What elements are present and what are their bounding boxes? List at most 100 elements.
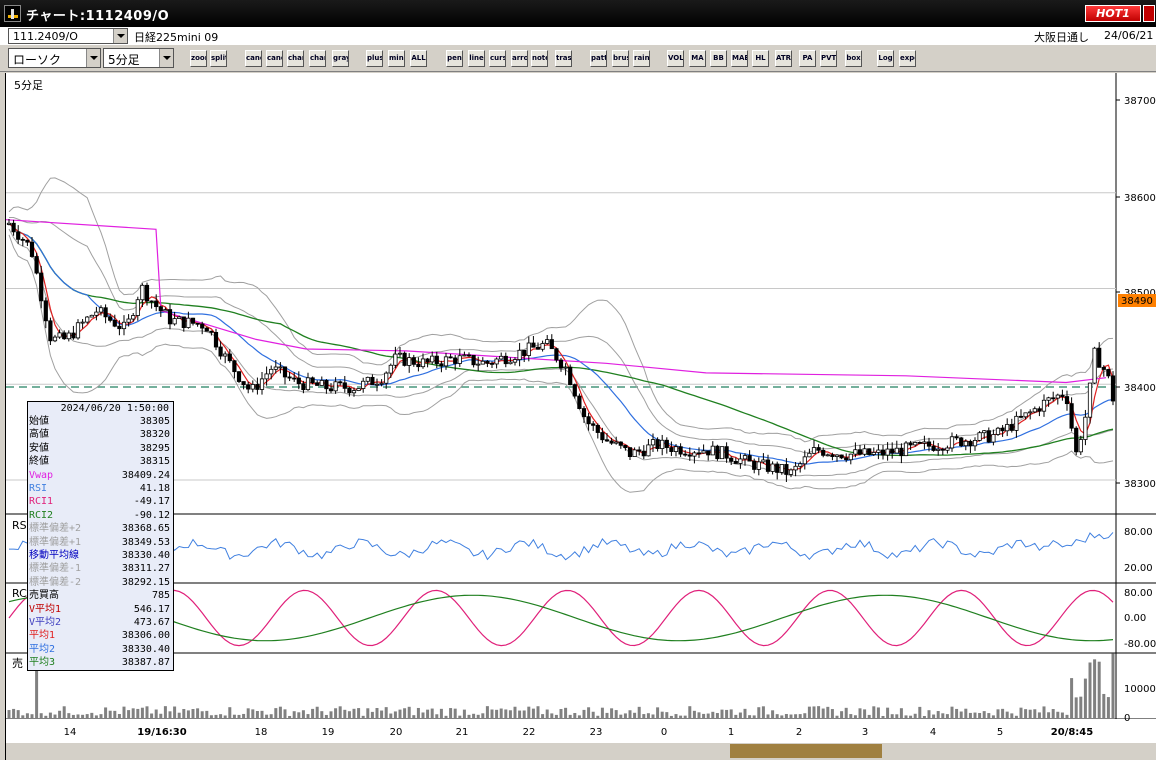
toolbar-candle-a-button[interactable]: candle-a xyxy=(245,50,262,67)
volume-bar xyxy=(292,711,296,718)
info-value: 38292.15 xyxy=(121,576,170,588)
volume-bar xyxy=(186,710,190,718)
toolbar-candle-b-button[interactable]: candle-b xyxy=(266,50,283,67)
candle-body xyxy=(282,366,288,378)
toolbar: ローソク 5分足 zoomsplitcandle-acandle-bchart-… xyxy=(0,45,1156,72)
toolbar-hl-button[interactable]: HL xyxy=(752,50,769,67)
toolbar-all-button[interactable]: ALL xyxy=(410,50,427,67)
toolbar-mae-button[interactable]: MAE xyxy=(731,50,748,67)
hot-button[interactable]: HOT1 xyxy=(1085,5,1141,22)
candle-body xyxy=(715,445,720,460)
volume-bar xyxy=(1014,715,1018,718)
volume-bar xyxy=(1070,678,1074,718)
info-label: 平均2 xyxy=(29,643,56,655)
interval-select[interactable]: 5分足 xyxy=(103,48,174,68)
toolbar-arrow-button[interactable]: arrow xyxy=(511,50,528,67)
chart-area[interactable]: 38700 38600 38500 38400 38300 38490 80.00 20.00… xyxy=(5,73,1156,760)
volume-bar xyxy=(545,709,549,718)
chart-type-select[interactable]: ローソク xyxy=(8,48,101,68)
candle-body xyxy=(802,456,807,465)
toolbar-rainbow-button[interactable]: rainbow xyxy=(633,50,650,67)
instrument-bar: 111.2409/O 日経225mini 09 大阪日通し 24/06/21 xyxy=(0,27,1156,45)
volume-bar xyxy=(950,706,954,718)
candle-body xyxy=(995,427,1001,435)
volume-bar xyxy=(205,710,209,718)
toolbar-cursor-button[interactable]: cursor xyxy=(489,50,506,67)
candle-body xyxy=(816,447,821,451)
volume-bar xyxy=(660,711,664,718)
volume-bar xyxy=(1042,706,1046,718)
info-row: 始値 38305 xyxy=(29,416,170,428)
toolbar-box-button[interactable]: box xyxy=(845,50,862,67)
toolbar-minus-button[interactable]: minus xyxy=(388,50,405,67)
toolbar-zoom-button[interactable]: zoom xyxy=(190,50,207,67)
volume-bar xyxy=(1106,697,1110,718)
info-label: 標準偏差-2 xyxy=(29,576,82,588)
candle-body xyxy=(480,360,485,365)
bollinger-bands xyxy=(8,177,1114,493)
toolbar-chart-c-button[interactable]: chart-c xyxy=(287,50,304,67)
toolbar-export-button[interactable]: export xyxy=(899,50,916,67)
volume-bar xyxy=(771,710,775,718)
volume-bar xyxy=(766,714,770,718)
candle-body xyxy=(807,452,812,458)
toolbar-pvt-button[interactable]: PVT xyxy=(820,50,837,67)
toolbar-log-button[interactable]: Log xyxy=(877,50,894,67)
candle-body xyxy=(793,465,798,471)
time-axis-label: 2 xyxy=(796,727,802,738)
volume-bar xyxy=(531,708,535,718)
candle-body xyxy=(287,376,292,379)
toolbar-brush-button[interactable]: brush xyxy=(612,50,629,67)
close-icon[interactable] xyxy=(1143,5,1155,22)
info-row: V平均2 473.67 xyxy=(29,617,170,629)
toolbar-chart-d-button[interactable]: chart-d xyxy=(309,50,326,67)
candle-body xyxy=(11,222,16,233)
candle-body xyxy=(223,353,228,357)
toolbar-ma-button[interactable]: MA xyxy=(689,50,706,67)
candle-body xyxy=(581,408,587,418)
toolbar-trash-button[interactable]: trash xyxy=(555,50,572,67)
volume-bar xyxy=(1037,712,1041,718)
info-row: 安値 38295 xyxy=(29,443,170,455)
candle-body xyxy=(1110,375,1116,402)
candle-body xyxy=(499,355,504,360)
toolbar-line-button[interactable]: line xyxy=(468,50,485,67)
volume-bar xyxy=(849,714,853,718)
chevron-down-icon[interactable] xyxy=(159,49,173,67)
volume-bar xyxy=(357,708,361,718)
candle-body xyxy=(1083,416,1088,440)
code-select[interactable]: 111.2409/O xyxy=(8,28,128,44)
toolbar-bb-button[interactable]: BB xyxy=(710,50,727,67)
volume-bar xyxy=(1097,661,1101,718)
toolbar-pattern-button[interactable]: pattern xyxy=(590,50,607,67)
toolbar-gray-button[interactable]: gray xyxy=(332,50,349,67)
candle-body xyxy=(963,440,968,447)
candle-body xyxy=(959,437,964,447)
volume-bar xyxy=(412,715,416,718)
candle-body xyxy=(650,439,656,446)
toolbar-pa-button[interactable]: PA xyxy=(799,50,816,67)
toolbar-vol-button[interactable]: VOL xyxy=(667,50,684,67)
toolbar-plus-button[interactable]: plus xyxy=(366,50,383,67)
volume-bar xyxy=(1047,712,1051,718)
info-row: 移動平均線 38330.40 xyxy=(29,550,170,562)
volume-bar xyxy=(159,713,163,718)
chevron-down-icon[interactable] xyxy=(86,49,100,67)
toolbar-atr-button[interactable]: ATR xyxy=(775,50,792,67)
info-value: -90.12 xyxy=(133,509,170,521)
candle-body xyxy=(508,361,513,365)
candle-body xyxy=(324,380,329,390)
toolbar-split-button[interactable]: split xyxy=(210,50,227,67)
candle-body xyxy=(696,452,702,455)
chevron-down-icon[interactable] xyxy=(113,29,127,43)
volume-bar xyxy=(315,706,319,718)
toolbar-note-button[interactable]: note xyxy=(531,50,548,67)
volume-bar xyxy=(472,713,476,718)
chart-canvas[interactable]: 38700386003850038400383003849080.0020.00… xyxy=(6,73,1156,760)
candle-body xyxy=(71,332,76,339)
ma3-line xyxy=(8,222,1114,457)
info-row: V平均1 546.17 xyxy=(29,604,170,616)
toolbar-pen-button[interactable]: pen xyxy=(446,50,463,67)
time-axis-label: 3 xyxy=(862,727,868,738)
candle-body xyxy=(522,349,527,356)
